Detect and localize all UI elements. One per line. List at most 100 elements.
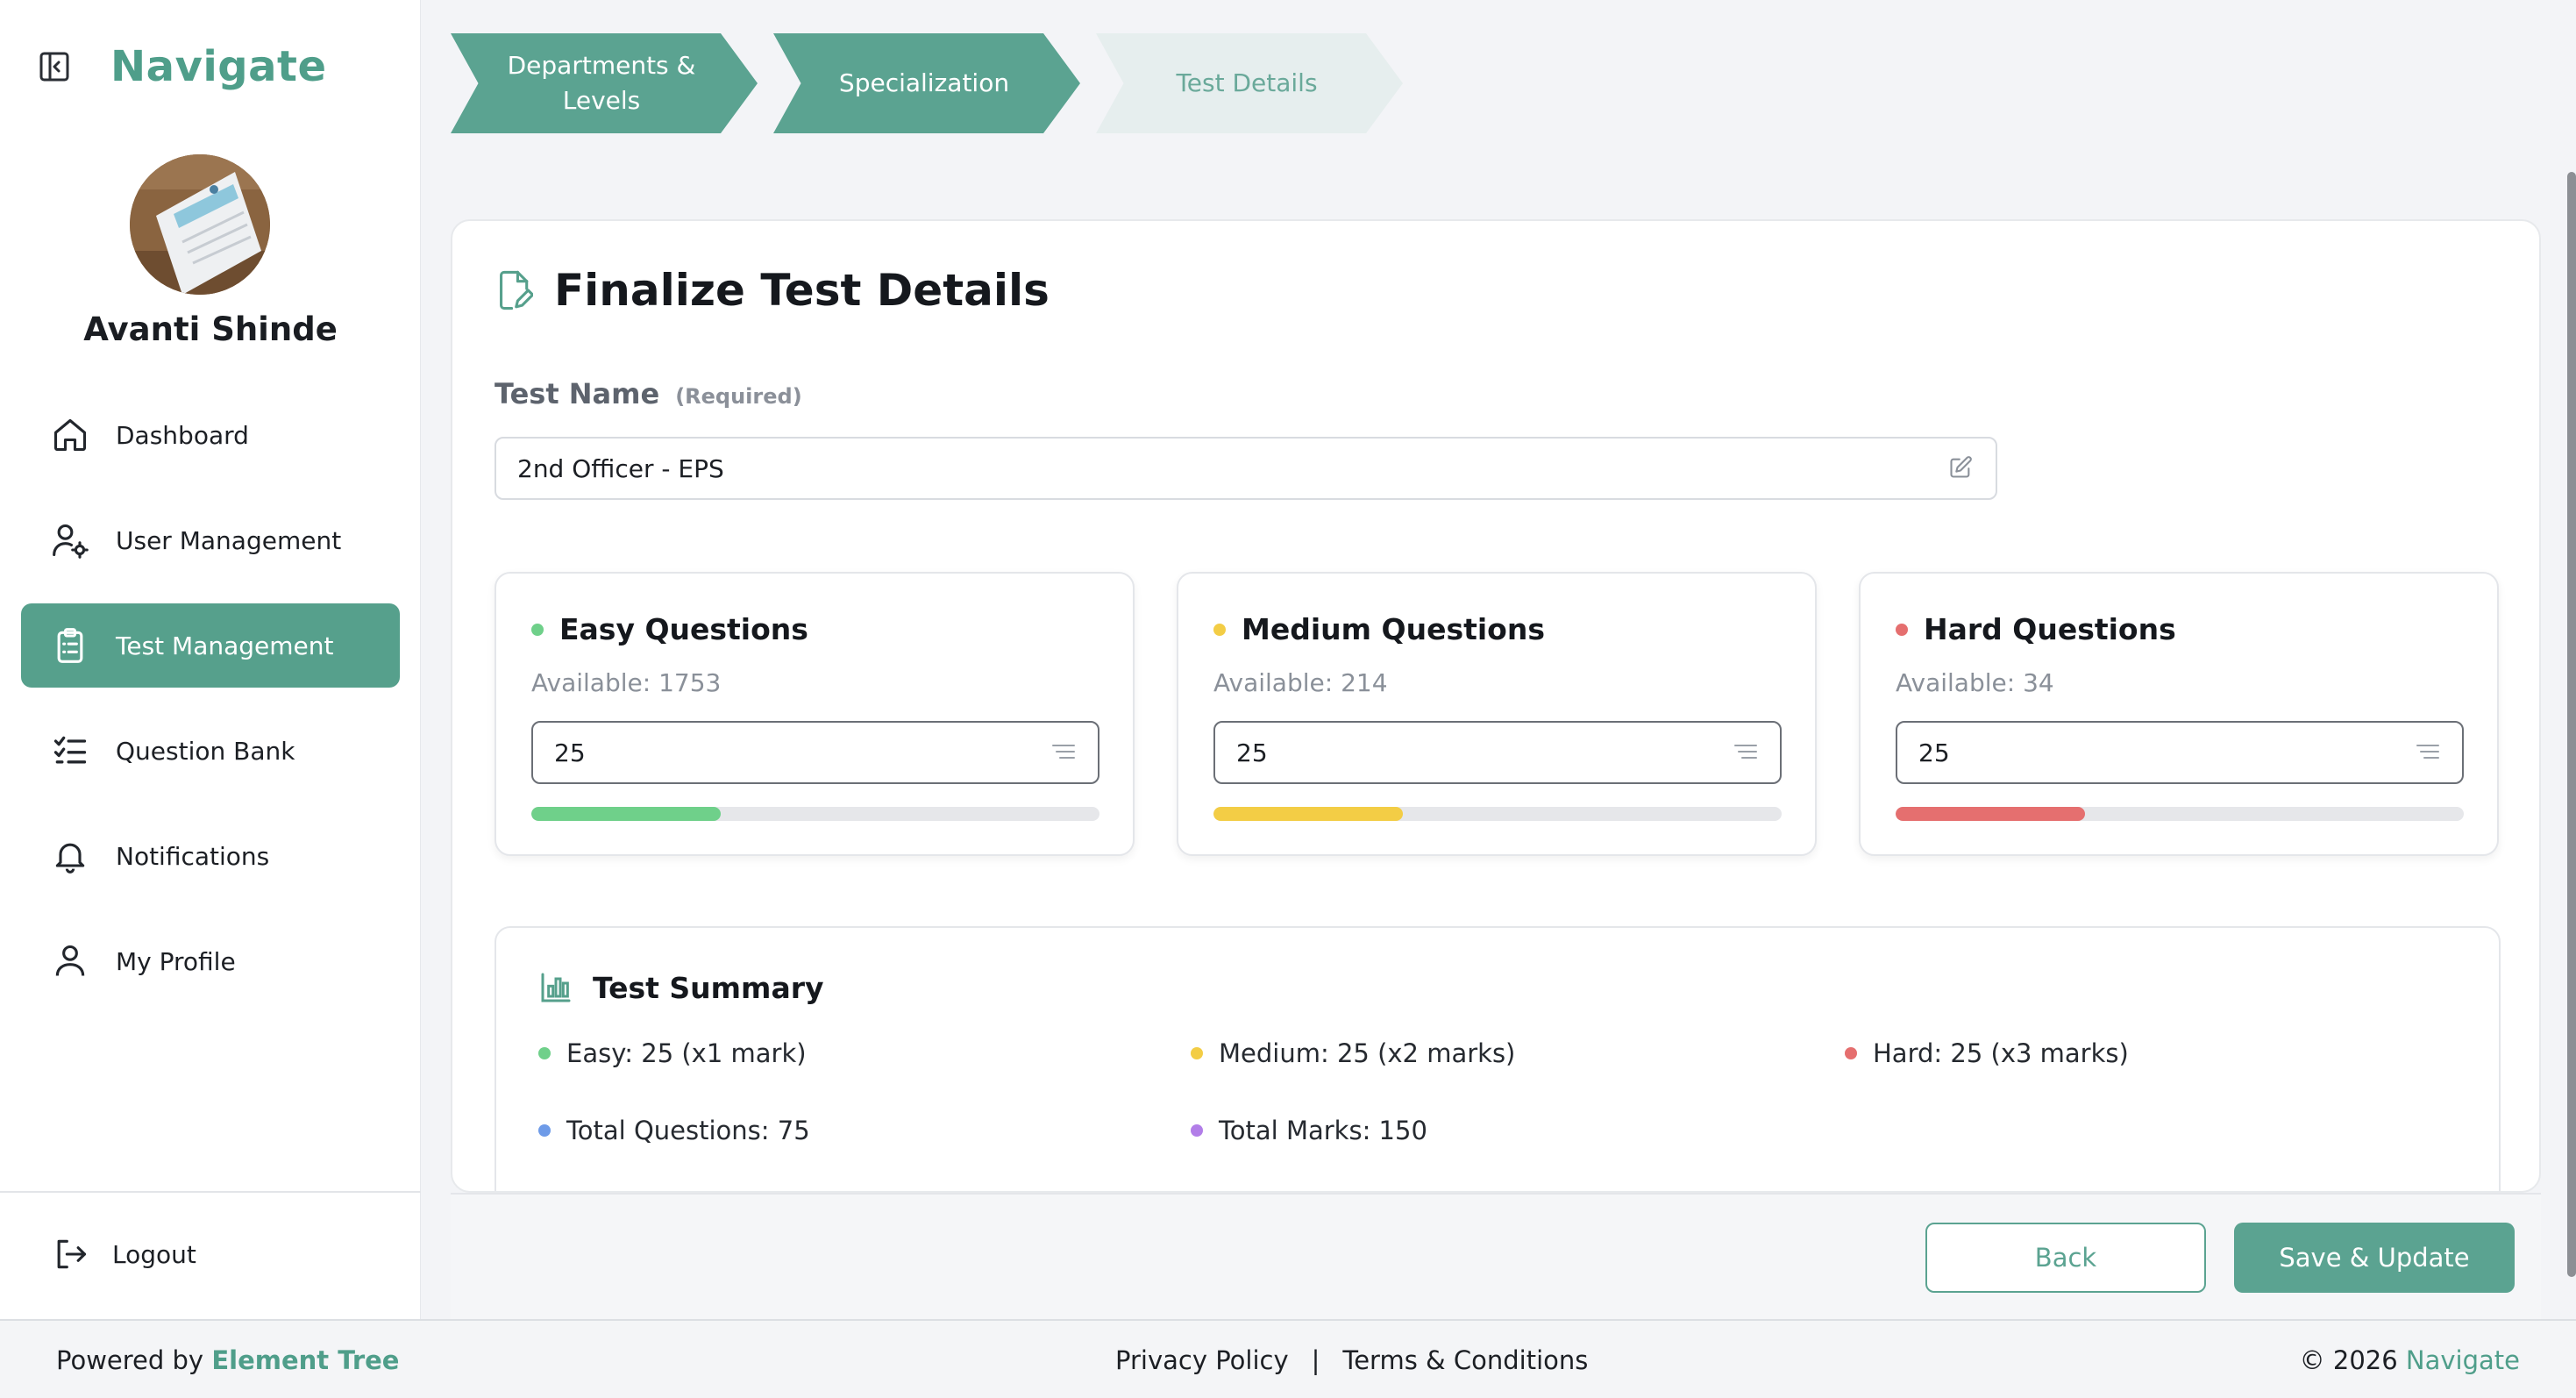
footer-separator: | [1311,1345,1320,1375]
easy-progress-fill [531,807,721,821]
terms-link[interactable]: Terms & Conditions [1342,1345,1588,1375]
test-name-value: 2nd Officer - EPS [517,453,724,483]
sidebar-item-user-management[interactable]: User Management [21,498,400,582]
test-name-input[interactable]: 2nd Officer - EPS [495,437,1997,500]
easy-count-input[interactable]: 25 [531,721,1099,784]
hard-card-title: Hard Questions [1924,612,2176,646]
summary-medium: Medium: 25 (x2 marks) [1191,1038,1515,1068]
easy-dot [531,623,544,636]
hard-questions-card: Hard Questions Available: 34 25 [1859,572,2499,856]
hard-count-value: 25 [1918,738,1950,767]
summary-title: Test Summary [593,970,824,1005]
medium-available: Available: 214 [1213,668,1388,697]
save-update-button[interactable]: Save & Update [2234,1223,2515,1293]
test-name-label: Test Name (Required) [495,377,802,410]
logout-icon [49,1233,91,1275]
summary-easy: Easy: 25 (x1 mark) [538,1038,807,1068]
summary-hard-dot [1845,1047,1857,1059]
test-summary: Test Summary Easy: 25 (x1 mark) Medium: … [495,926,2501,1191]
element-tree-link[interactable]: Element Tree [211,1345,399,1375]
checklist-icon [49,730,91,772]
sidebar-divider [0,1191,421,1193]
summary-total-marks: Total Marks: 150 [1191,1116,1427,1145]
user-gear-icon [49,519,91,561]
hard-progress-bar [1896,807,2464,821]
logout-label: Logout [112,1239,196,1269]
sidebar-item-label: My Profile [116,946,236,976]
test-name-label-text: Test Name [495,377,660,410]
back-button[interactable]: Back [1925,1223,2206,1293]
summary-total-questions: Total Questions: 75 [538,1116,810,1145]
privacy-policy-link[interactable]: Privacy Policy [1115,1345,1289,1375]
medium-progress-bar [1213,807,1782,821]
bell-icon [49,835,91,877]
summary-hard: Hard: 25 (x3 marks) [1845,1038,2129,1068]
step-departments-levels[interactable]: Departments & Levels [451,33,758,133]
hard-dot [1896,623,1908,636]
person-icon [49,940,91,982]
easy-available: Available: 1753 [531,668,722,697]
easy-card-header: Easy Questions [531,612,808,646]
brand-header: Navigate [35,42,327,91]
summary-easy-text: Easy: 25 (x1 mark) [566,1038,807,1068]
sidebar-item-test-management[interactable]: Test Management [21,603,400,688]
brand-name: Navigate [110,42,327,91]
summary-medium-dot [1191,1047,1203,1059]
home-icon [49,414,91,456]
medium-questions-card: Medium Questions Available: 214 25 [1177,572,1817,856]
step-test-details[interactable]: Test Details [1096,33,1403,133]
medium-dot [1213,623,1226,636]
summary-total-questions-text: Total Questions: 75 [566,1116,810,1145]
hard-progress-fill [1896,807,2085,821]
medium-count-value: 25 [1236,738,1268,767]
medium-card-header: Medium Questions [1213,612,1545,646]
sidebar-item-label: Question Bank [116,736,295,766]
avatar [130,154,270,295]
sidebar-collapse-icon[interactable] [35,47,74,86]
sidebar-item-label: User Management [116,525,342,555]
page-footer: Powered by Element Tree Privacy Policy |… [0,1319,2576,1398]
test-details-card: Finalize Test Details Test Name (Require… [451,219,2541,1193]
copyright-text: © 2026 [2299,1345,2398,1375]
sidebar-item-label: Test Management [116,631,334,660]
sidebar-item-notifications[interactable]: Notifications [21,814,400,898]
question-difficulty-cards: Easy Questions Available: 1753 25 Medium… [495,572,2499,856]
footer-links: Privacy Policy | Terms & Conditions [1115,1345,1588,1375]
user-name: Avanti Shinde [83,310,338,348]
sidebar-nav: Dashboard User Management Test Managemen… [21,393,400,1024]
medium-card-title: Medium Questions [1242,612,1545,646]
clipboard-icon [49,624,91,667]
summary-total-questions-dot [538,1124,551,1137]
summary-easy-dot [538,1047,551,1059]
easy-questions-card: Easy Questions Available: 1753 25 [495,572,1135,856]
sidebar-item-question-bank[interactable]: Question Bank [21,709,400,793]
step-specialization[interactable]: Specialization [773,33,1080,133]
bar-chart-icon [538,970,573,1005]
summary-total-marks-text: Total Marks: 150 [1219,1116,1427,1145]
sidebar: Navigate Avanti Shinde Dashboard User Ma… [0,0,421,1319]
powered-by-text: Powered by [56,1345,204,1375]
medium-count-input[interactable]: 25 [1213,721,1782,784]
copyright-brand: Navigate [2405,1345,2520,1375]
page-title: Finalize Test Details [554,265,1050,316]
easy-progress-bar [531,807,1099,821]
edit-icon[interactable] [1948,455,1975,481]
hard-available: Available: 34 [1896,668,2054,697]
sidebar-item-dashboard[interactable]: Dashboard [21,393,400,477]
sidebar-item-label: Dashboard [116,420,249,450]
sidebar-item-label: Notifications [116,841,270,871]
menu-icon [1734,744,1759,761]
summary-total-marks-dot [1191,1124,1203,1137]
easy-card-title: Easy Questions [559,612,808,646]
hard-card-header: Hard Questions [1896,612,2176,646]
action-bar: Back Save & Update [451,1193,2541,1319]
easy-count-value: 25 [554,738,586,767]
menu-icon [2416,744,2441,761]
summary-medium-text: Medium: 25 (x2 marks) [1219,1038,1516,1068]
logout-button[interactable]: Logout [49,1233,196,1275]
sidebar-item-my-profile[interactable]: My Profile [21,919,400,1003]
scrollbar[interactable] [2567,172,2576,1277]
copyright: © 2026 Navigate [2300,1345,2520,1375]
powered-by: Powered by Element Tree [56,1345,399,1375]
hard-count-input[interactable]: 25 [1896,721,2464,784]
